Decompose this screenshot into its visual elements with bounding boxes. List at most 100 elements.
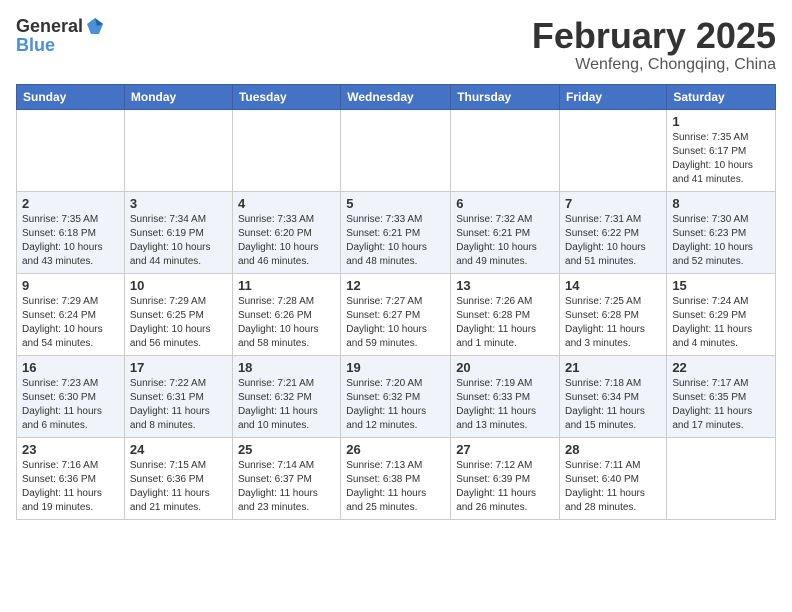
calendar-cell: 7 Sunrise: 7:31 AM Sunset: 6:22 PM Daylig… — [560, 191, 667, 273]
calendar-cell: 25 Sunrise: 7:14 AM Sunset: 6:37 PM Dayli… — [232, 437, 340, 519]
week-row-5: 23 Sunrise: 7:16 AM Sunset: 6:36 PM Dayli… — [17, 437, 776, 519]
day-info: Sunrise: 7:29 AM Sunset: 6:25 PM Dayligh… — [130, 295, 227, 351]
day-info: Sunrise: 7:23 AM Sunset: 6:30 PM Dayligh… — [22, 377, 119, 433]
calendar-cell: 27 Sunrise: 7:12 AM Sunset: 6:39 PM Dayli… — [451, 437, 560, 519]
day-number: 18 — [238, 360, 335, 375]
logo-general: General — [16, 17, 83, 35]
day-info: Sunrise: 7:21 AM Sunset: 6:32 PM Dayligh… — [238, 377, 335, 433]
title-block: February 2025 Wenfeng, Chongqing, China — [532, 16, 776, 74]
day-info: Sunrise: 7:35 AM Sunset: 6:17 PM Dayligh… — [672, 131, 770, 187]
calendar-cell: 14 Sunrise: 7:25 AM Sunset: 6:28 PM Dayli… — [560, 273, 667, 355]
day-number: 27 — [456, 442, 554, 457]
day-number: 13 — [456, 278, 554, 293]
day-number: 12 — [346, 278, 445, 293]
calendar-cell: 17 Sunrise: 7:22 AM Sunset: 6:31 PM Dayli… — [124, 355, 232, 437]
logo-blue: Blue — [16, 35, 55, 55]
day-number: 7 — [565, 196, 661, 211]
day-info: Sunrise: 7:14 AM Sunset: 6:37 PM Dayligh… — [238, 459, 335, 515]
header: General Blue February 2025 Wenfeng, Chon… — [16, 16, 776, 74]
calendar-cell — [560, 109, 667, 191]
weekday-header-row: SundayMondayTuesdayWednesdayThursdayFrid… — [17, 84, 776, 109]
day-number: 20 — [456, 360, 554, 375]
calendar-cell: 3Sunrise: 7:34 AM Sunset: 6:19 PM Daylig… — [124, 191, 232, 273]
day-info: Sunrise: 7:12 AM Sunset: 6:39 PM Dayligh… — [456, 459, 554, 515]
weekday-header-friday: Friday — [560, 84, 667, 109]
logo-flag-icon — [85, 16, 105, 36]
calendar-cell: 24 Sunrise: 7:15 AM Sunset: 6:36 PM Dayli… — [124, 437, 232, 519]
calendar-cell: 2Sunrise: 7:35 AM Sunset: 6:18 PM Daylig… — [17, 191, 125, 273]
day-info: Sunrise: 7:30 AM Sunset: 6:23 PM Dayligh… — [672, 213, 770, 269]
calendar-cell: 20 Sunrise: 7:19 AM Sunset: 6:33 PM Dayli… — [451, 355, 560, 437]
day-number: 22 — [672, 360, 770, 375]
day-info: Sunrise: 7:11 AM Sunset: 6:40 PM Dayligh… — [565, 459, 661, 515]
calendar-cell — [124, 109, 232, 191]
day-info: Sunrise: 7:19 AM Sunset: 6:33 PM Dayligh… — [456, 377, 554, 433]
week-row-4: 16 Sunrise: 7:23 AM Sunset: 6:30 PM Dayli… — [17, 355, 776, 437]
day-info: Sunrise: 7:18 AM Sunset: 6:34 PM Dayligh… — [565, 377, 661, 433]
day-number: 10 — [130, 278, 227, 293]
logo: General Blue — [16, 16, 105, 56]
calendar-cell: 6 Sunrise: 7:32 AM Sunset: 6:21 PM Daylig… — [451, 191, 560, 273]
calendar-cell: 13 Sunrise: 7:26 AM Sunset: 6:28 PM Dayli… — [451, 273, 560, 355]
weekday-header-monday: Monday — [124, 84, 232, 109]
calendar-cell: 22Sunrise: 7:17 AM Sunset: 6:35 PM Dayli… — [667, 355, 776, 437]
day-info: Sunrise: 7:33 AM Sunset: 6:20 PM Dayligh… — [238, 213, 335, 269]
calendar-cell: 8 Sunrise: 7:30 AM Sunset: 6:23 PM Daylig… — [667, 191, 776, 273]
day-number: 23 — [22, 442, 119, 457]
calendar-cell — [341, 109, 451, 191]
day-info: Sunrise: 7:27 AM Sunset: 6:27 PM Dayligh… — [346, 295, 445, 351]
day-info: Sunrise: 7:20 AM Sunset: 6:32 PM Dayligh… — [346, 377, 445, 433]
calendar-subtitle: Wenfeng, Chongqing, China — [532, 56, 776, 74]
weekday-header-wednesday: Wednesday — [341, 84, 451, 109]
day-info: Sunrise: 7:32 AM Sunset: 6:21 PM Dayligh… — [456, 213, 554, 269]
calendar-cell: 4 Sunrise: 7:33 AM Sunset: 6:20 PM Daylig… — [232, 191, 340, 273]
calendar-cell — [667, 437, 776, 519]
calendar-cell — [232, 109, 340, 191]
calendar-title: February 2025 — [532, 16, 776, 56]
calendar-cell — [451, 109, 560, 191]
day-info: Sunrise: 7:16 AM Sunset: 6:36 PM Dayligh… — [22, 459, 119, 515]
weekday-header-tuesday: Tuesday — [232, 84, 340, 109]
day-info: Sunrise: 7:28 AM Sunset: 6:26 PM Dayligh… — [238, 295, 335, 351]
calendar-cell: 10 Sunrise: 7:29 AM Sunset: 6:25 PM Dayli… — [124, 273, 232, 355]
weekday-header-saturday: Saturday — [667, 84, 776, 109]
day-number: 16 — [22, 360, 119, 375]
week-row-1: 1Sunrise: 7:35 AM Sunset: 6:17 PM Daylig… — [17, 109, 776, 191]
day-number: 8 — [672, 196, 770, 211]
calendar-cell: 23 Sunrise: 7:16 AM Sunset: 6:36 PM Dayli… — [17, 437, 125, 519]
day-number: 28 — [565, 442, 661, 457]
day-number: 24 — [130, 442, 227, 457]
calendar-cell: 12 Sunrise: 7:27 AM Sunset: 6:27 PM Dayli… — [341, 273, 451, 355]
calendar-cell: 28 Sunrise: 7:11 AM Sunset: 6:40 PM Dayli… — [560, 437, 667, 519]
calendar-cell: 21Sunrise: 7:18 AM Sunset: 6:34 PM Dayli… — [560, 355, 667, 437]
calendar-table: SundayMondayTuesdayWednesdayThursdayFrid… — [16, 84, 776, 520]
day-info: Sunrise: 7:13 AM Sunset: 6:38 PM Dayligh… — [346, 459, 445, 515]
week-row-2: 2Sunrise: 7:35 AM Sunset: 6:18 PM Daylig… — [17, 191, 776, 273]
calendar-cell: 15Sunrise: 7:24 AM Sunset: 6:29 PM Dayli… — [667, 273, 776, 355]
day-info: Sunrise: 7:15 AM Sunset: 6:36 PM Dayligh… — [130, 459, 227, 515]
day-number: 4 — [238, 196, 335, 211]
week-row-3: 9 Sunrise: 7:29 AM Sunset: 6:24 PM Daylig… — [17, 273, 776, 355]
calendar-cell: 11 Sunrise: 7:28 AM Sunset: 6:26 PM Dayli… — [232, 273, 340, 355]
day-info: Sunrise: 7:31 AM Sunset: 6:22 PM Dayligh… — [565, 213, 661, 269]
day-number: 25 — [238, 442, 335, 457]
day-info: Sunrise: 7:29 AM Sunset: 6:24 PM Dayligh… — [22, 295, 119, 351]
day-number: 6 — [456, 196, 554, 211]
day-info: Sunrise: 7:25 AM Sunset: 6:28 PM Dayligh… — [565, 295, 661, 351]
calendar-cell: 16 Sunrise: 7:23 AM Sunset: 6:30 PM Dayli… — [17, 355, 125, 437]
calendar-cell: 9 Sunrise: 7:29 AM Sunset: 6:24 PM Daylig… — [17, 273, 125, 355]
day-info: Sunrise: 7:22 AM Sunset: 6:31 PM Dayligh… — [130, 377, 227, 433]
calendar-cell — [17, 109, 125, 191]
day-number: 26 — [346, 442, 445, 457]
calendar-cell: 26 Sunrise: 7:13 AM Sunset: 6:38 PM Dayli… — [341, 437, 451, 519]
day-number: 9 — [22, 278, 119, 293]
day-number: 17 — [130, 360, 227, 375]
day-number: 5 — [346, 196, 445, 211]
day-number: 2 — [22, 196, 119, 211]
calendar-cell: 1Sunrise: 7:35 AM Sunset: 6:17 PM Daylig… — [667, 109, 776, 191]
weekday-header-sunday: Sunday — [17, 84, 125, 109]
weekday-header-thursday: Thursday — [451, 84, 560, 109]
day-number: 14 — [565, 278, 661, 293]
day-number: 11 — [238, 278, 335, 293]
day-info: Sunrise: 7:26 AM Sunset: 6:28 PM Dayligh… — [456, 295, 554, 351]
